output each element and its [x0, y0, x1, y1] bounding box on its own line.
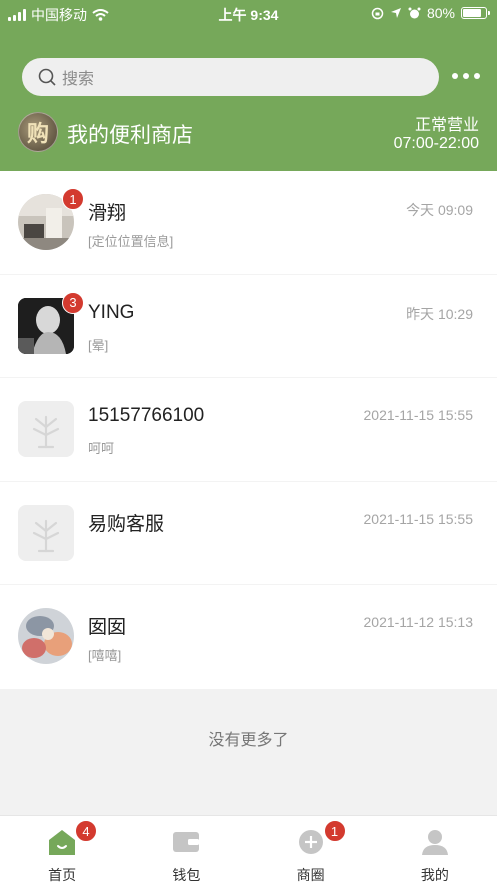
search-placeholder: 搜索: [62, 71, 95, 88]
no-more-label: 没有更多了: [208, 732, 289, 749]
contact-name: 易购客服: [88, 513, 165, 535]
message-preview: 呵呵: [88, 441, 115, 456]
unread-badge: 3: [62, 291, 84, 314]
store-avatar[interactable]: 购: [18, 112, 58, 152]
store-status: 正常营业: [414, 117, 479, 134]
message-preview: [晕]: [88, 337, 109, 353]
contact-avatar: [18, 608, 74, 664]
contact-name: 囡囡: [88, 617, 127, 638]
tab-label: 商圈: [296, 867, 325, 883]
tab-badge: 4: [75, 820, 97, 842]
user-icon: [421, 830, 448, 855]
unread-badge: 1: [62, 188, 84, 210]
dot-icon: [474, 73, 480, 79]
conversation-row[interactable]: 囡囡 [嘻嘻] 2021-11-12 15:13: [0, 585, 497, 689]
status-bar: 中国移动 上午 9:34 80%: [0, 0, 497, 26]
default-avatar-icon: [18, 401, 74, 457]
message-preview: [定位位置信息]: [88, 234, 174, 249]
header: 中国移动 上午 9:34 80% 搜索 购 我的便利商店 正常营业 07:00-…: [0, 0, 497, 171]
wallet-icon: [173, 832, 200, 852]
message-time: 2021-11-12 15:13: [363, 614, 474, 630]
orientation-lock-icon: [371, 7, 384, 19]
conversation-row[interactable]: 3 YING [晕] 昨天 10:29: [0, 275, 497, 378]
conversation-row[interactable]: 易购客服 2021-11-15 15:55: [0, 482, 497, 585]
message-time: 昨天 10:29: [406, 305, 473, 322]
store-hours: 07:00-22:00: [393, 135, 479, 152]
tab-label: 钱包: [172, 867, 201, 883]
contact-name: 15157766100: [88, 405, 205, 426]
tab-home[interactable]: 4 首页: [0, 816, 124, 883]
plus-circle-icon: [298, 830, 323, 854]
search-icon: [38, 68, 56, 86]
alarm-icon: [408, 7, 421, 18]
dot-icon: [452, 73, 458, 79]
message-time: 2021-11-15 15:55: [363, 407, 474, 423]
tab-badge: 1: [323, 820, 346, 842]
search-input[interactable]: 搜索: [22, 58, 439, 96]
conversation-row[interactable]: 1 滑翔 [定位位置信息] 今天 09:09: [0, 171, 497, 275]
conversation-list: 1 滑翔 [定位位置信息] 今天 09:09 3 YING [晕] 昨天 10:…: [0, 171, 497, 689]
default-avatar-icon: [18, 504, 74, 561]
tab-bar: 4 首页 钱包 1 商圈 我的: [0, 815, 497, 883]
dot-icon: [463, 73, 469, 79]
store-name: 我的便利商店: [67, 124, 193, 147]
tab-label: 我的: [420, 867, 449, 883]
tab-label: 首页: [48, 867, 77, 883]
contact-name: 滑翔: [88, 203, 127, 224]
contact-name: YING: [88, 301, 135, 323]
store-avatar-char: 购: [26, 121, 49, 146]
message-preview: [嘻嘻]: [88, 648, 122, 663]
message-time: 今天 09:09: [406, 202, 473, 218]
message-time: 2021-11-15 15:55: [363, 510, 474, 527]
tab-profile[interactable]: 我的: [373, 816, 497, 883]
home-icon: [49, 830, 76, 855]
tab-business-circle[interactable]: 1 商圈: [249, 816, 373, 883]
battery-percent: 80%: [426, 5, 455, 21]
conversation-row[interactable]: 15157766100 呵呵 2021-11-15 15:55: [0, 378, 497, 482]
battery-icon: [461, 7, 490, 19]
tab-wallet[interactable]: 钱包: [124, 816, 248, 883]
more-menu-button[interactable]: [452, 66, 480, 86]
location-icon: [390, 8, 401, 18]
